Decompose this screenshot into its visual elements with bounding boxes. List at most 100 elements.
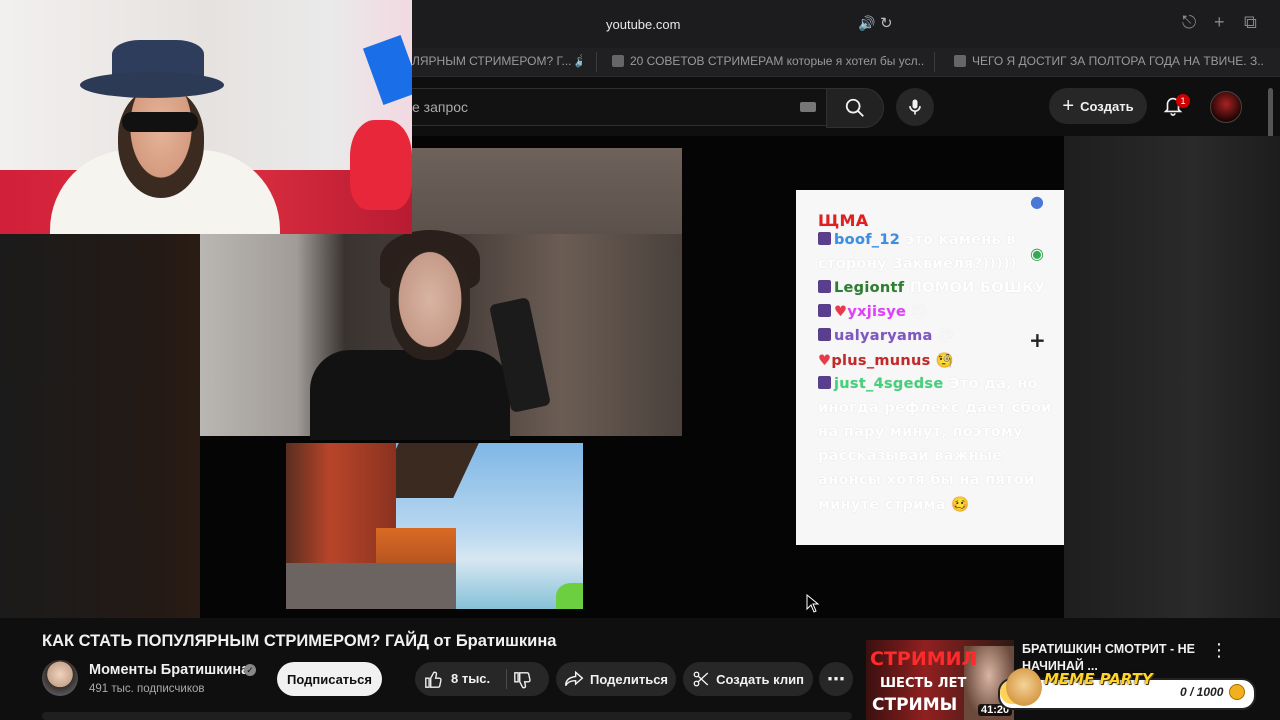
reload-icon[interactable]: ↻ [880, 14, 893, 32]
chat-text: сторону Заквиеля?))))) [818, 256, 1017, 272]
tab-audio-icon[interactable]: 🔊 [575, 54, 582, 68]
account-avatar[interactable] [1210, 91, 1242, 123]
thumbs-up-icon [425, 671, 442, 688]
minecraft-gameplay [286, 443, 583, 609]
stream-room-background [412, 148, 682, 234]
person-icon: ● [1030, 192, 1044, 211]
tab-current[interactable]: ЛЯРНЫМ СТРИМЕРОМ? Г... 🔊 [412, 54, 582, 68]
tab-divider [596, 52, 597, 72]
create-label: Создать [1080, 98, 1134, 114]
new-tab-icon[interactable]: + [1214, 12, 1225, 33]
notification-badge: 1 [1176, 94, 1190, 108]
subscribe-button[interactable]: Подписаться [277, 662, 382, 696]
chat-username: plus_munus [831, 353, 931, 369]
chat-username: Legiontf [834, 280, 905, 296]
tab-title: ЧЕГО Я ДОСТИГ ЗА ПОЛТОРА ГОДА НА ТВИЧЕ. … [972, 54, 1264, 68]
chat-message: на пару минут, поэтому [818, 424, 1023, 440]
chat-username: boof_12 [834, 232, 901, 248]
chat-username: yxjisye [847, 304, 907, 320]
voice-search-button[interactable] [896, 88, 934, 126]
tab-3[interactable]: ЧЕГО Я ДОСТИГ ЗА ПОЛТОРА ГОДА НА ТВИЧЕ. … [954, 54, 1264, 68]
description-box-edge[interactable] [42, 712, 852, 720]
chat-message: ualyaryama 😔 [818, 328, 953, 344]
subscriber-count: 491 тыс. подписчиков [89, 683, 205, 695]
stream-dark-region [0, 234, 200, 618]
block [286, 563, 456, 609]
meme-party-count: 0 / 1000 [1180, 685, 1224, 699]
sunglasses [122, 112, 198, 132]
chat-message: just_4sgedse Это да, но [818, 376, 1038, 392]
chat-text: на пару минут, поэтому [818, 424, 1023, 440]
hat-brim [80, 72, 224, 98]
chat-text: это камень в [900, 232, 1016, 248]
chat-text: 😔 [906, 304, 927, 320]
verified-icon: ✓ [244, 664, 256, 676]
keyboard-icon[interactable] [800, 102, 816, 112]
search-input[interactable]: е запрос [412, 99, 468, 115]
tab-title: ЛЯРНЫМ СТРИМЕРОМ? Г... [412, 54, 572, 68]
microphone-icon [909, 99, 921, 115]
thumbnail-text: СТРИМЫ [872, 695, 958, 715]
doge-icon [1006, 668, 1042, 706]
leaves [556, 583, 583, 609]
tab-divider [934, 52, 935, 72]
streamer-face [390, 250, 470, 360]
like-divider [506, 669, 507, 689]
chat-text: минуте стрима 🥴 [818, 497, 970, 513]
chat-text: анонсы хотя бы на пятой [818, 472, 1035, 488]
chat-message: ♥yxjisye 😔 [818, 304, 927, 320]
tab-overview-icon[interactable]: ⧉ [1244, 12, 1257, 33]
more-horizontal-icon: ⋯ [827, 668, 845, 689]
audio-playing-icon[interactable]: 🔊 [858, 15, 875, 32]
thumbs-down-icon [514, 672, 531, 689]
chat-message: иногда рефлекс дает сбой [818, 400, 1052, 416]
mouse-cursor-icon [806, 594, 820, 613]
chat-message: минуте стрима 🥴 [818, 496, 970, 513]
chat-message: boof_12 это камень в [818, 232, 1016, 248]
scissors-icon [693, 671, 709, 687]
channel-name[interactable]: Моменты Братишкина [89, 662, 249, 678]
meme-party-label: MEME PARTY [1044, 670, 1153, 688]
share-label: Поделиться [589, 671, 669, 687]
create-button[interactable]: + Создать [1049, 88, 1147, 124]
dislike-button[interactable] [513, 672, 533, 695]
create-clip-button[interactable]: Создать клип [683, 662, 813, 696]
like-button[interactable] [424, 670, 444, 693]
facecam-mascot [350, 120, 412, 210]
chat-message: Legiontf ПОМОЙ БОШКУ [818, 280, 1046, 296]
heart-icon: ♥ [834, 304, 848, 320]
more-vertical-icon[interactable]: ⋮ [1210, 640, 1228, 661]
chat-badge-icon [818, 280, 831, 293]
streamer-body [310, 350, 510, 440]
share-icon[interactable]: ⎋ [1182, 12, 1196, 33]
search-icon [845, 98, 864, 117]
address-bar-url[interactable]: youtube.com [606, 17, 680, 32]
search-button[interactable] [826, 88, 884, 128]
facecam-decor [362, 34, 412, 106]
video-title: КАК СТАТЬ ПОПУЛЯРНЫМ СТРИМЕРОМ? ГАЙД от … [42, 632, 557, 650]
chat-username: just_4sgedse [834, 376, 944, 392]
chat-text: иногда рефлекс дает сбой [818, 400, 1052, 416]
thumbnail-text: ШЕСТЬ ЛЕТ [880, 676, 967, 691]
channel-avatar[interactable] [42, 660, 78, 696]
coin-icon [1229, 684, 1245, 700]
plus-icon: + [1029, 328, 1046, 352]
chat-badge-icon [818, 304, 831, 317]
tab-2[interactable]: 20 СОВЕТОВ СТРИМЕРАМ которые я хотел бы … [612, 54, 924, 68]
reactor-facecam [0, 0, 412, 234]
chat-message: сторону Заквиеля?))))) [818, 256, 1017, 272]
search-box[interactable] [405, 88, 827, 126]
chat-text: рассказывай важные [818, 448, 1003, 464]
heart-icon: ♥ [818, 353, 832, 369]
more-actions-button[interactable]: ⋯ [819, 662, 853, 696]
chat-badge-icon [818, 328, 831, 341]
chat-username: ualyaryama [834, 328, 933, 344]
clip-label: Создать клип [716, 671, 804, 687]
chat-text: ПОМОЙ БОШКУ [904, 280, 1046, 296]
chat-badge-icon [818, 376, 831, 389]
chat-badge-icon [818, 232, 831, 245]
chat-message: анонсы хотя бы на пятой [818, 472, 1035, 488]
tab-title: 20 СОВЕТОВ СТРИМЕРАМ которые я хотел бы … [630, 54, 924, 68]
like-count[interactable]: 8 тыс. [451, 671, 490, 686]
share-button[interactable]: Поделиться [556, 662, 676, 696]
